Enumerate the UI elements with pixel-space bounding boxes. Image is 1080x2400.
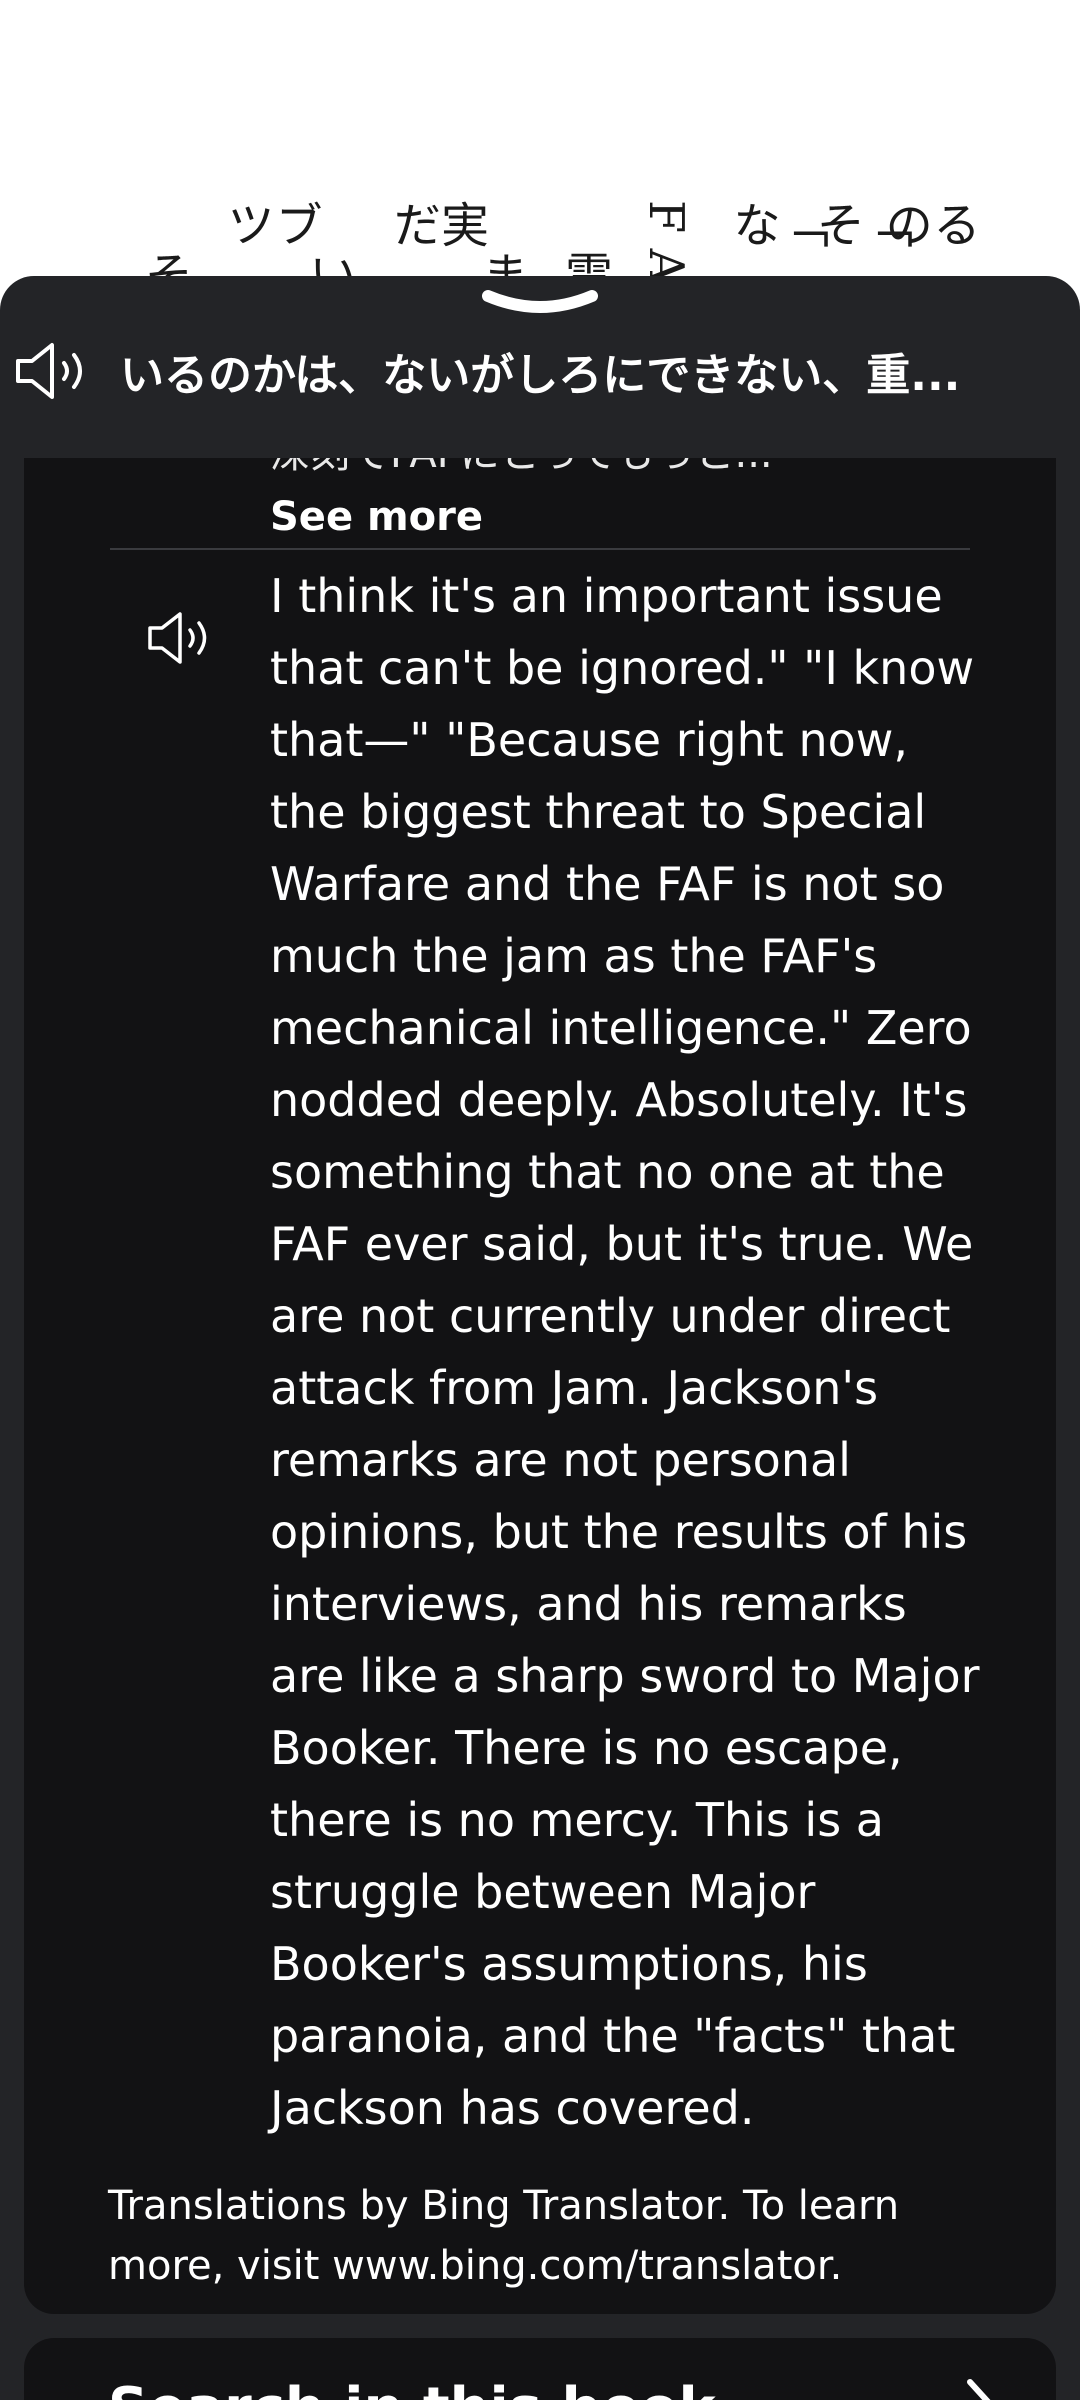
translation-card: 深刻でFAFにとってもっと... See more I think it's a…: [24, 458, 1056, 2314]
divider: [110, 548, 970, 550]
source-text-header: いるのかは、ないがしろにできない、重...: [120, 350, 961, 401]
search-in-book-title: Search in this book: [108, 2376, 716, 2400]
translation-text: I think it's an important issue that can…: [270, 569, 980, 2135]
reader-page: る の 「 そ 「 な F A 電 ま 実 だ い ブ ツ そ: [0, 0, 1080, 300]
translation-sheet: いるのかは、ないがしろにできない、重... 深刻でFAFにとってもっと... S…: [0, 276, 1080, 2400]
source-text-preview: 深刻でFAFにとってもっと...: [270, 458, 950, 472]
translation-attribution: Translations by Bing Translator. To lear…: [108, 2183, 900, 2289]
speaker-icon[interactable]: [14, 339, 90, 403]
sheet-header: いるのかは、ないがしろにできない、重...: [0, 316, 1080, 426]
vertical-text-column: F A: [638, 200, 694, 284]
speaker-icon[interactable]: [146, 608, 216, 668]
search-in-book-card[interactable]: Search in this book: [24, 2338, 1056, 2400]
see-more-button[interactable]: See more: [270, 494, 483, 540]
chevron-right-icon[interactable]: [960, 2374, 1000, 2400]
